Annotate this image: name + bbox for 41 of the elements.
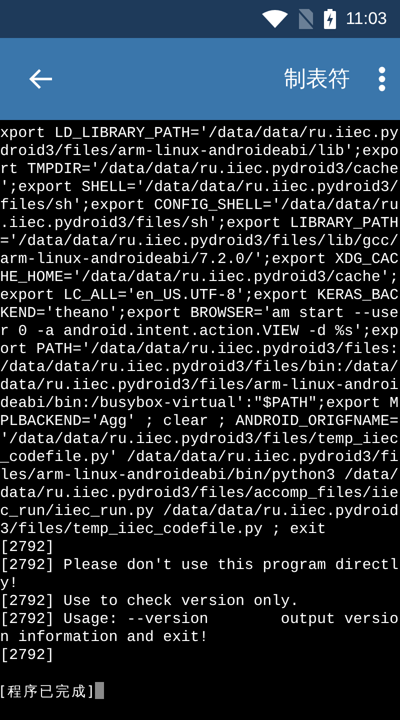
terminal-line: r 0 -a android.intent.action.VIEW -d %s';exp	[0, 322, 399, 340]
terminal-line: export LC_ALL='en_US.UTF-8';export KERAS_BAC	[0, 286, 399, 304]
terminal-line: data/ru.iiec.pydroid3/files/accomp_files/iie	[0, 484, 399, 502]
terminal-line: [2792]	[0, 538, 54, 556]
terminal-line: 3/files/temp_iiec_codefile.py ; exit	[0, 520, 326, 538]
terminal-line: rt TMPDIR='/data/data/ru.iiec.pydroid3/cache	[0, 160, 399, 178]
battery-charging-icon	[324, 9, 336, 29]
terminal-line: [2792]	[0, 646, 54, 664]
wifi-icon	[262, 10, 288, 28]
terminal-line: c_run/iiec_run.py /data/data/ru.iiec.pydroid	[0, 502, 399, 520]
terminal-line: deabi/bin:/busybox-virtual':"$PATH";export M	[0, 394, 399, 412]
back-arrow-icon	[28, 68, 54, 90]
terminal-line: _codefile.py' /data/data/ru.iiec.pydroid3/fi	[0, 448, 399, 466]
terminal-line: ='/data/data/ru.iiec.pydroid3/files/lib/gcc/	[0, 232, 399, 250]
app-title: 制表符	[284, 66, 350, 94]
terminal-line: droid3/files/arm-linux-androideabi/lib';expo	[0, 142, 399, 160]
terminal-line: [2792] Please don't use this program directl	[0, 556, 399, 574]
no-sim-icon	[298, 9, 314, 29]
terminal-line: PLBACKEND='Agg' ; clear ; ANDROID_ORIGFNAME=	[0, 412, 399, 430]
terminal-line: [2792] Use to check version only.	[0, 592, 299, 610]
terminal-line: [程序已完成]	[0, 684, 95, 700]
more-icon	[378, 66, 386, 92]
terminal-line: KEND='theano';export BROWSER='am start --use	[0, 304, 399, 322]
terminal-line: HE_HOME='/data/data/ru.iiec.pydroid3/cache';	[0, 268, 399, 286]
terminal-line: files/sh';export CONFIG_SHELL='/data/data/ru	[0, 196, 399, 214]
terminal-line: n information and exit!	[0, 628, 208, 646]
terminal-line: ';export SHELL='/data/data/ru.iiec.pydroid3/	[0, 178, 399, 196]
terminal-line: [2792] Usage: --version output versio	[0, 610, 399, 628]
terminal-line: les/arm-linux-androideabi/bin/python3 /data/	[0, 466, 399, 484]
terminal-line: /data/data/ru.iiec.pydroid3/files/bin:/data/	[0, 358, 399, 376]
terminal-line: data/ru.iiec.pydroid3/files/arm-linux-androi	[0, 376, 399, 394]
terminal-line: ort PATH='/data/data/ru.iiec.pydroid3/files:	[0, 340, 399, 358]
clock: 11:03	[346, 9, 387, 29]
terminal-line: '/data/data/ru.iiec.pydroid3/files/temp_iiec	[0, 430, 399, 448]
terminal-line: xport LD_LIBRARY_PATH='/data/data/ru.iiec.py	[0, 124, 399, 142]
terminal-line: arm-linux-androideabi/7.2.0/';export XDG_CAC	[0, 250, 399, 268]
back-button[interactable]	[28, 68, 54, 90]
terminal-line: y!	[0, 574, 18, 592]
terminal-line: .iiec.pydroid3/files/sh';export LIBRARY_PATH	[0, 214, 399, 232]
text-cursor	[94, 682, 104, 699]
more-options-button[interactable]	[378, 66, 386, 92]
